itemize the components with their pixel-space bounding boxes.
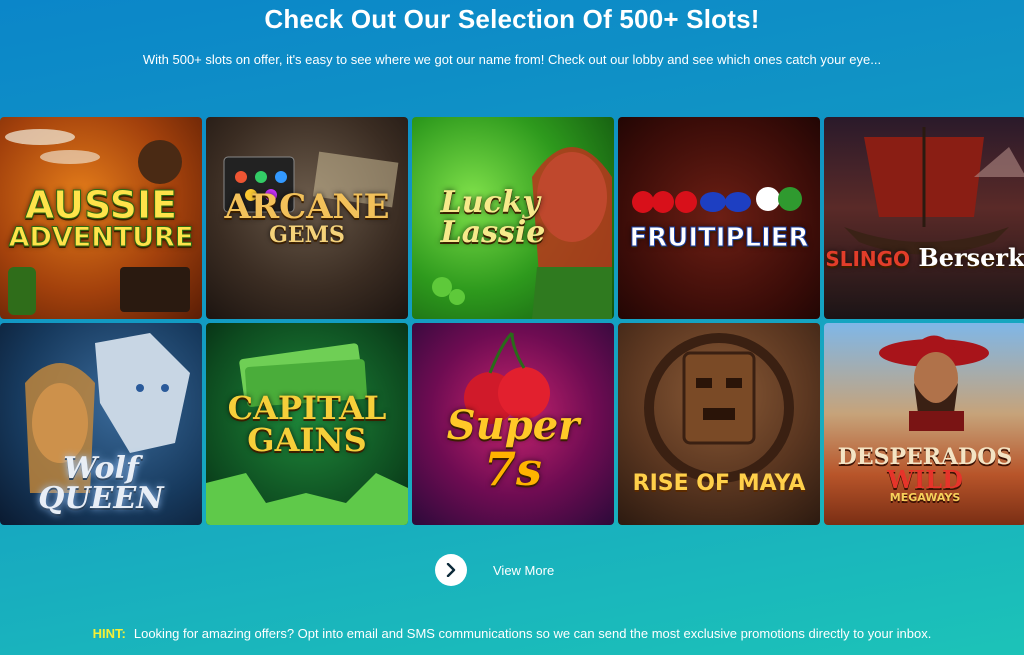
slots-grid: AUSSIE ADVENTURE ARCANE GEMS Lucky Lassi…: [0, 117, 1024, 525]
view-more-label[interactable]: View More: [493, 563, 554, 578]
game-title: CAPITAL GAINS: [227, 389, 387, 459]
game-tile-aussie-adventure[interactable]: AUSSIE ADVENTURE: [0, 117, 202, 319]
section-heading: Check Out Our Selection Of 500+ Slots!: [264, 4, 760, 34]
game-title: RISE OF MAYA: [632, 471, 806, 496]
game-tile-fruitiplier[interactable]: FRUITIPLIER: [618, 117, 820, 319]
game-title: SLINGO Berserk: [825, 243, 1024, 272]
game-tile-capital-gains[interactable]: CAPITAL GAINS: [206, 323, 408, 525]
hint-text: Looking for amazing offers? Opt into ema…: [133, 626, 932, 641]
game-title: Super 7s: [446, 402, 580, 496]
game-tile-lucky-lassie[interactable]: Lucky Lassie: [412, 117, 614, 319]
game-title: ARCANE GEMS: [224, 187, 390, 248]
game-title: Lucky Lassie: [440, 185, 546, 250]
game-tile-wolf-queen[interactable]: Wolf QUEEN: [0, 323, 202, 525]
view-more-button[interactable]: View More: [435, 554, 554, 586]
game-tile-slingo-berserk[interactable]: SLINGO Berserk: [824, 117, 1024, 319]
hint-label: HINT:: [92, 626, 126, 641]
game-artwork: [632, 187, 802, 213]
game-title: Wolf QUEEN: [38, 451, 164, 516]
game-tile-desperados-wild[interactable]: DESPERADOS WILD MEGAWAYS: [824, 323, 1024, 525]
game-tile-rise-of-maya[interactable]: RISE OF MAYA: [618, 323, 820, 525]
game-title: DESPERADOS WILD MEGAWAYS: [837, 443, 1013, 504]
chevron-right-icon[interactable]: [435, 554, 467, 586]
game-title: AUSSIE ADVENTURE: [8, 182, 194, 253]
game-tile-arcane-gems[interactable]: ARCANE GEMS: [206, 117, 408, 319]
game-title: FRUITIPLIER: [629, 223, 809, 253]
section-subheading: With 500+ slots on offer, it's easy to s…: [142, 52, 882, 67]
game-artwork: [844, 127, 1024, 255]
game-tile-super-7s[interactable]: Super 7s: [412, 323, 614, 525]
hint-bar: HINT: Looking for amazing offers? Opt int…: [0, 626, 1024, 641]
